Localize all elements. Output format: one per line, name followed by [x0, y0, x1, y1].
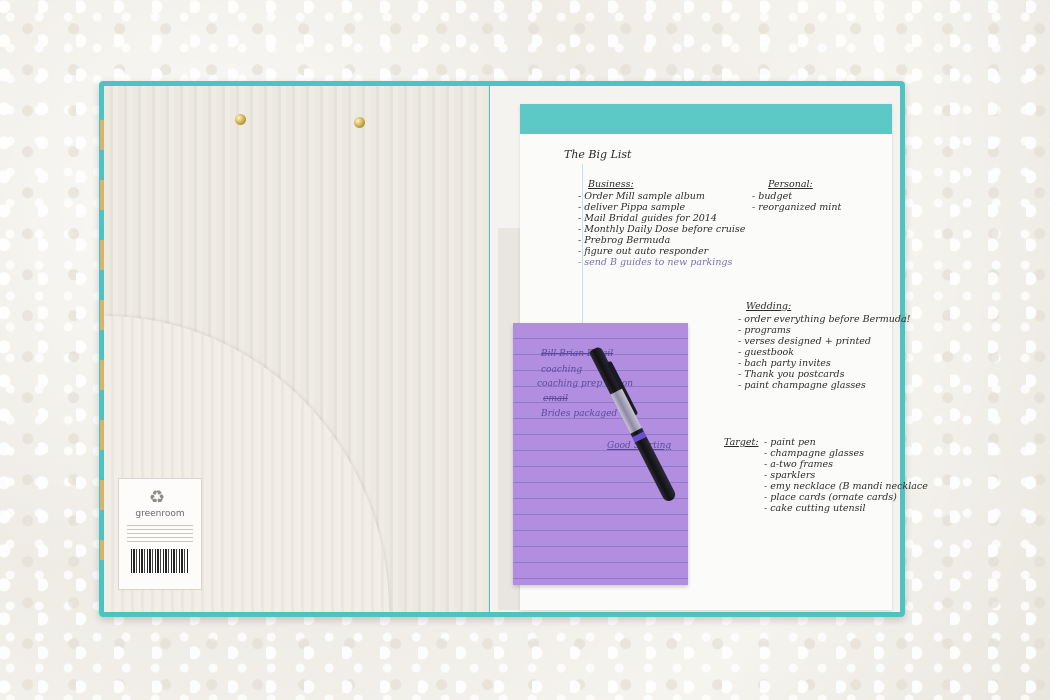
- sticky-item: coaching: [541, 365, 583, 375]
- pen-stripe: [632, 431, 647, 443]
- list-item: - figure out auto responder: [578, 246, 709, 257]
- recycle-icon: ♻: [149, 487, 166, 508]
- list-item: - guestbook: [738, 347, 795, 358]
- list-item: - emy necklace (B mandi necklace: [764, 481, 928, 492]
- list-item: - champagne glasses: [764, 448, 864, 459]
- list-item: - paint champagne glasses: [738, 380, 866, 391]
- list-item: - Order Mill sample album: [578, 191, 705, 202]
- list-item: - order everything before Bermuda!: [738, 314, 911, 325]
- rivet-icon: [235, 114, 246, 125]
- list-item: - a-two frames: [764, 459, 834, 470]
- product-label: ♻ greenroom: [118, 478, 202, 590]
- sticky-item: email: [543, 394, 568, 404]
- list-item: - programs: [738, 325, 791, 336]
- list-item: - reorganized mint: [752, 202, 842, 213]
- list-item: - sparklers: [764, 470, 816, 481]
- list-item: - deliver Pippa sample: [578, 202, 686, 213]
- personal-heading: Personal:: [768, 179, 813, 190]
- list-item: - bach party invites: [738, 358, 831, 369]
- list-item: - verses designed + printed: [738, 336, 871, 347]
- list-item: - Monthly Daily Dose before cruise: [578, 224, 746, 235]
- list-title: The Big List: [564, 148, 632, 161]
- list-item: - place cards (ornate cards): [764, 492, 897, 503]
- wedding-heading: Wedding:: [746, 301, 792, 312]
- label-fine-print: [127, 525, 193, 545]
- list-item: - Thank you postcards: [738, 369, 845, 380]
- notepad-binding: [520, 104, 892, 134]
- brand-name: greenroom: [135, 509, 185, 519]
- list-item: - send B guides to new parkings: [578, 257, 733, 268]
- barcode: [131, 549, 189, 573]
- list-item: - Prebrog Bermuda: [578, 235, 671, 246]
- list-item: - paint pen: [764, 437, 816, 448]
- sticky-item: Brides packaged: [541, 409, 618, 419]
- target-heading: Target:: [724, 437, 759, 448]
- list-item: - budget: [752, 191, 793, 202]
- business-heading: Business:: [588, 179, 634, 190]
- rivet-icon: [354, 117, 365, 128]
- list-item: - Mail Bridal guides for 2014: [578, 213, 717, 224]
- list-item: - cake cutting utensil: [764, 503, 866, 514]
